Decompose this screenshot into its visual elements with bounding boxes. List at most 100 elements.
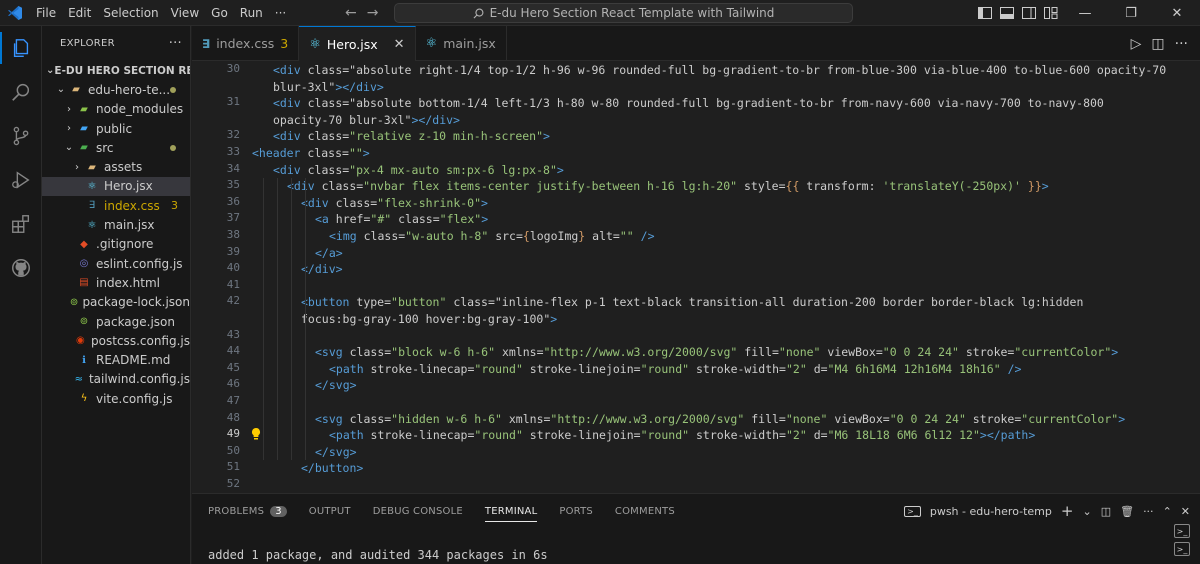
split-terminal-icon[interactable]: ◫ (1101, 505, 1111, 518)
folder-icon: ▰ (72, 84, 80, 96)
terminal-instance-icon[interactable]: >_ (1174, 542, 1190, 556)
command-center-search[interactable]: E-du Hero Section React Template with Ta… (394, 3, 853, 23)
explorer-item-label: package.json (96, 314, 176, 329)
line-number: 52 (226, 477, 240, 490)
code-line[interactable]: <a href="#" class="flex"> (315, 211, 488, 228)
more-icon[interactable]: ··· (1143, 505, 1154, 518)
code-line[interactable]: <path stroke-linecap="round" stroke-line… (329, 427, 1035, 444)
menu-more[interactable]: ··· (269, 0, 292, 26)
trash-icon[interactable]: 🗑 (1120, 505, 1134, 518)
code-line[interactable]: opacity-70 blur-3xl"></div> (273, 112, 460, 129)
code-line[interactable]: <div class="nvbar flex items-center just… (287, 178, 1049, 195)
code-line[interactable]: <svg class="hidden w-6 h-6" xmlns="http:… (315, 411, 1125, 428)
explorer-item[interactable]: ⚛ Hero.jsx (42, 176, 190, 197)
explorer-item[interactable]: ∃ index.css 3 (42, 196, 190, 215)
code-line[interactable]: <div class="px-4 mx-auto sm:px-6 lg:px-8… (273, 162, 564, 179)
toggle-panel-icon[interactable] (996, 0, 1018, 26)
explorer-sidebar: EXPLORER ··· ⌄ E-DU HERO SECTION REAC...… (42, 26, 191, 564)
explorer-item[interactable]: ≈ tailwind.config.js (42, 370, 190, 389)
explorer-item[interactable]: › ▰ public (42, 119, 190, 138)
code-line[interactable]: <path stroke-linecap="round" stroke-line… (329, 361, 1021, 378)
code-line[interactable]: <div class="relative z-10 min-h-screen"> (273, 128, 550, 145)
explorer-item[interactable]: ▤ index.html (42, 273, 190, 292)
explorer-item[interactable]: ℹ README.md (42, 350, 190, 369)
explorer-item[interactable]: ◉ postcss.config.js (42, 331, 190, 350)
terminal-instance-icon[interactable]: >_ (1174, 524, 1190, 538)
code-line[interactable]: </svg> (315, 444, 357, 461)
code-line[interactable]: <header class=""> (252, 145, 370, 162)
code-line[interactable]: focus:bg-gray-100 hover:bg-gray-100"> (301, 311, 557, 328)
terminal-output[interactable]: added 1 package, and audited 344 package… (208, 548, 548, 562)
lightbulb-icon[interactable] (250, 427, 262, 444)
run-icon[interactable]: ▷ (1131, 36, 1142, 52)
chevron-down-icon[interactable]: ⌄ (1082, 505, 1091, 518)
toggle-sidebar-icon[interactable] (974, 0, 996, 26)
code-line[interactable]: <div class="absolute bottom-1/4 left-1/3… (273, 95, 1104, 112)
panel-tab-output[interactable]: OUTPUT (309, 506, 351, 517)
line-number: 31 (226, 95, 240, 109)
code-editor[interactable]: 30 31 32 33 34 35 36 37 38 39 40 41 42 43 44 45 46 47 48 49… (192, 61, 1200, 493)
code-line[interactable]: <div class="flex-shrink-0"> (301, 195, 488, 212)
explorer-item[interactable]: ◆ .gitignore (42, 235, 190, 254)
tab-main-jsx[interactable]: ⚛ main.jsx (416, 26, 507, 61)
explorer-item[interactable]: ϟ vite.config.js (42, 389, 190, 408)
explorer-item[interactable]: ⌄ ▰ src (42, 138, 190, 157)
forward-arrow-icon[interactable]: → (367, 5, 379, 21)
explorer-item-label: assets (104, 160, 143, 175)
explorer-item[interactable]: ⊚ package-lock.json (42, 293, 190, 312)
code-line[interactable]: </div> (301, 261, 343, 278)
code-line[interactable]: <button type="button" class="inline-flex… (301, 294, 1083, 311)
code-line[interactable]: blur-3xl"></div> (273, 79, 384, 96)
code-line[interactable]: </svg> (315, 377, 357, 394)
line-number: 43 (226, 327, 240, 341)
customize-layout-icon[interactable] (1040, 0, 1062, 26)
new-terminal-icon[interactable]: + (1061, 502, 1074, 520)
explorer-item[interactable]: ⌄ ▰ edu-hero-te... (42, 80, 190, 99)
extensions-activity[interactable] (0, 202, 42, 246)
run-debug-activity[interactable] (0, 158, 42, 202)
terminal-name[interactable]: pwsh - edu-hero-temp (930, 505, 1052, 518)
line-number: 41 (226, 277, 240, 291)
explorer-item[interactable]: ⚛ main.jsx (42, 215, 190, 234)
code-line[interactable]: </a> (315, 245, 343, 262)
explorer-activity[interactable] (0, 26, 42, 70)
source-control-activity[interactable] (0, 114, 42, 158)
back-arrow-icon[interactable]: ← (345, 5, 357, 21)
panel-tab-ports[interactable]: PORTS (559, 506, 593, 517)
code-line[interactable]: <div class="absolute right-1/4 top-1/2 h… (273, 62, 1166, 79)
tab-index-css[interactable]: ∃ index.css 3 (192, 26, 300, 61)
close-panel-icon[interactable]: ✕ (1181, 505, 1190, 518)
menu-file[interactable]: File (30, 0, 62, 26)
code-line[interactable]: <svg class="block w-6 h-6" xmlns="http:/… (315, 344, 1118, 361)
line-number: 45 (226, 360, 240, 374)
panel-tab-debug-console[interactable]: DEBUG CONSOLE (373, 506, 463, 517)
tab-hero-jsx[interactable]: ⚛ Hero.jsx ✕ (299, 26, 416, 61)
restore-button[interactable]: ❐ (1108, 0, 1154, 26)
close-button[interactable]: ✕ (1154, 0, 1200, 26)
panel-tab-terminal[interactable]: TERMINAL (484, 506, 538, 522)
panel-tab-problems[interactable]: PROBLEMS 3 (208, 505, 287, 517)
explorer-item[interactable]: ◎ eslint.config.js (42, 254, 190, 273)
tab-close-button[interactable]: ✕ (394, 37, 405, 52)
more-actions-icon[interactable]: ··· (1175, 36, 1188, 52)
workspace-root[interactable]: ⌄ E-DU HERO SECTION REAC... (42, 61, 190, 80)
explorer-item[interactable]: › ▰ node_modules (42, 100, 190, 119)
github-activity[interactable] (0, 246, 42, 290)
code-line[interactable]: <img class="w-auto h-8" src={logoImg} al… (329, 228, 655, 245)
explorer-item[interactable]: ⊚ package.json (42, 312, 190, 331)
code-line[interactable]: </button> (301, 460, 363, 477)
chevron-up-icon[interactable]: ⌃ (1163, 505, 1172, 518)
explorer-more-button[interactable]: ··· (169, 36, 182, 51)
split-editor-icon[interactable]: ◫ (1151, 36, 1164, 52)
menu-edit[interactable]: Edit (62, 0, 97, 26)
toggle-secondary-sidebar-icon[interactable] (1018, 0, 1040, 26)
menu-selection[interactable]: Selection (97, 0, 164, 26)
menu-run[interactable]: Run (234, 0, 269, 26)
menu-go[interactable]: Go (205, 0, 234, 26)
explorer-item-label: main.jsx (104, 218, 155, 233)
search-activity[interactable] (0, 70, 42, 114)
panel-tab-comments[interactable]: COMMENTS (615, 506, 675, 517)
menu-view[interactable]: View (165, 0, 205, 26)
explorer-item[interactable]: › ▰ assets (42, 157, 190, 176)
minimize-button[interactable]: — (1062, 0, 1108, 26)
